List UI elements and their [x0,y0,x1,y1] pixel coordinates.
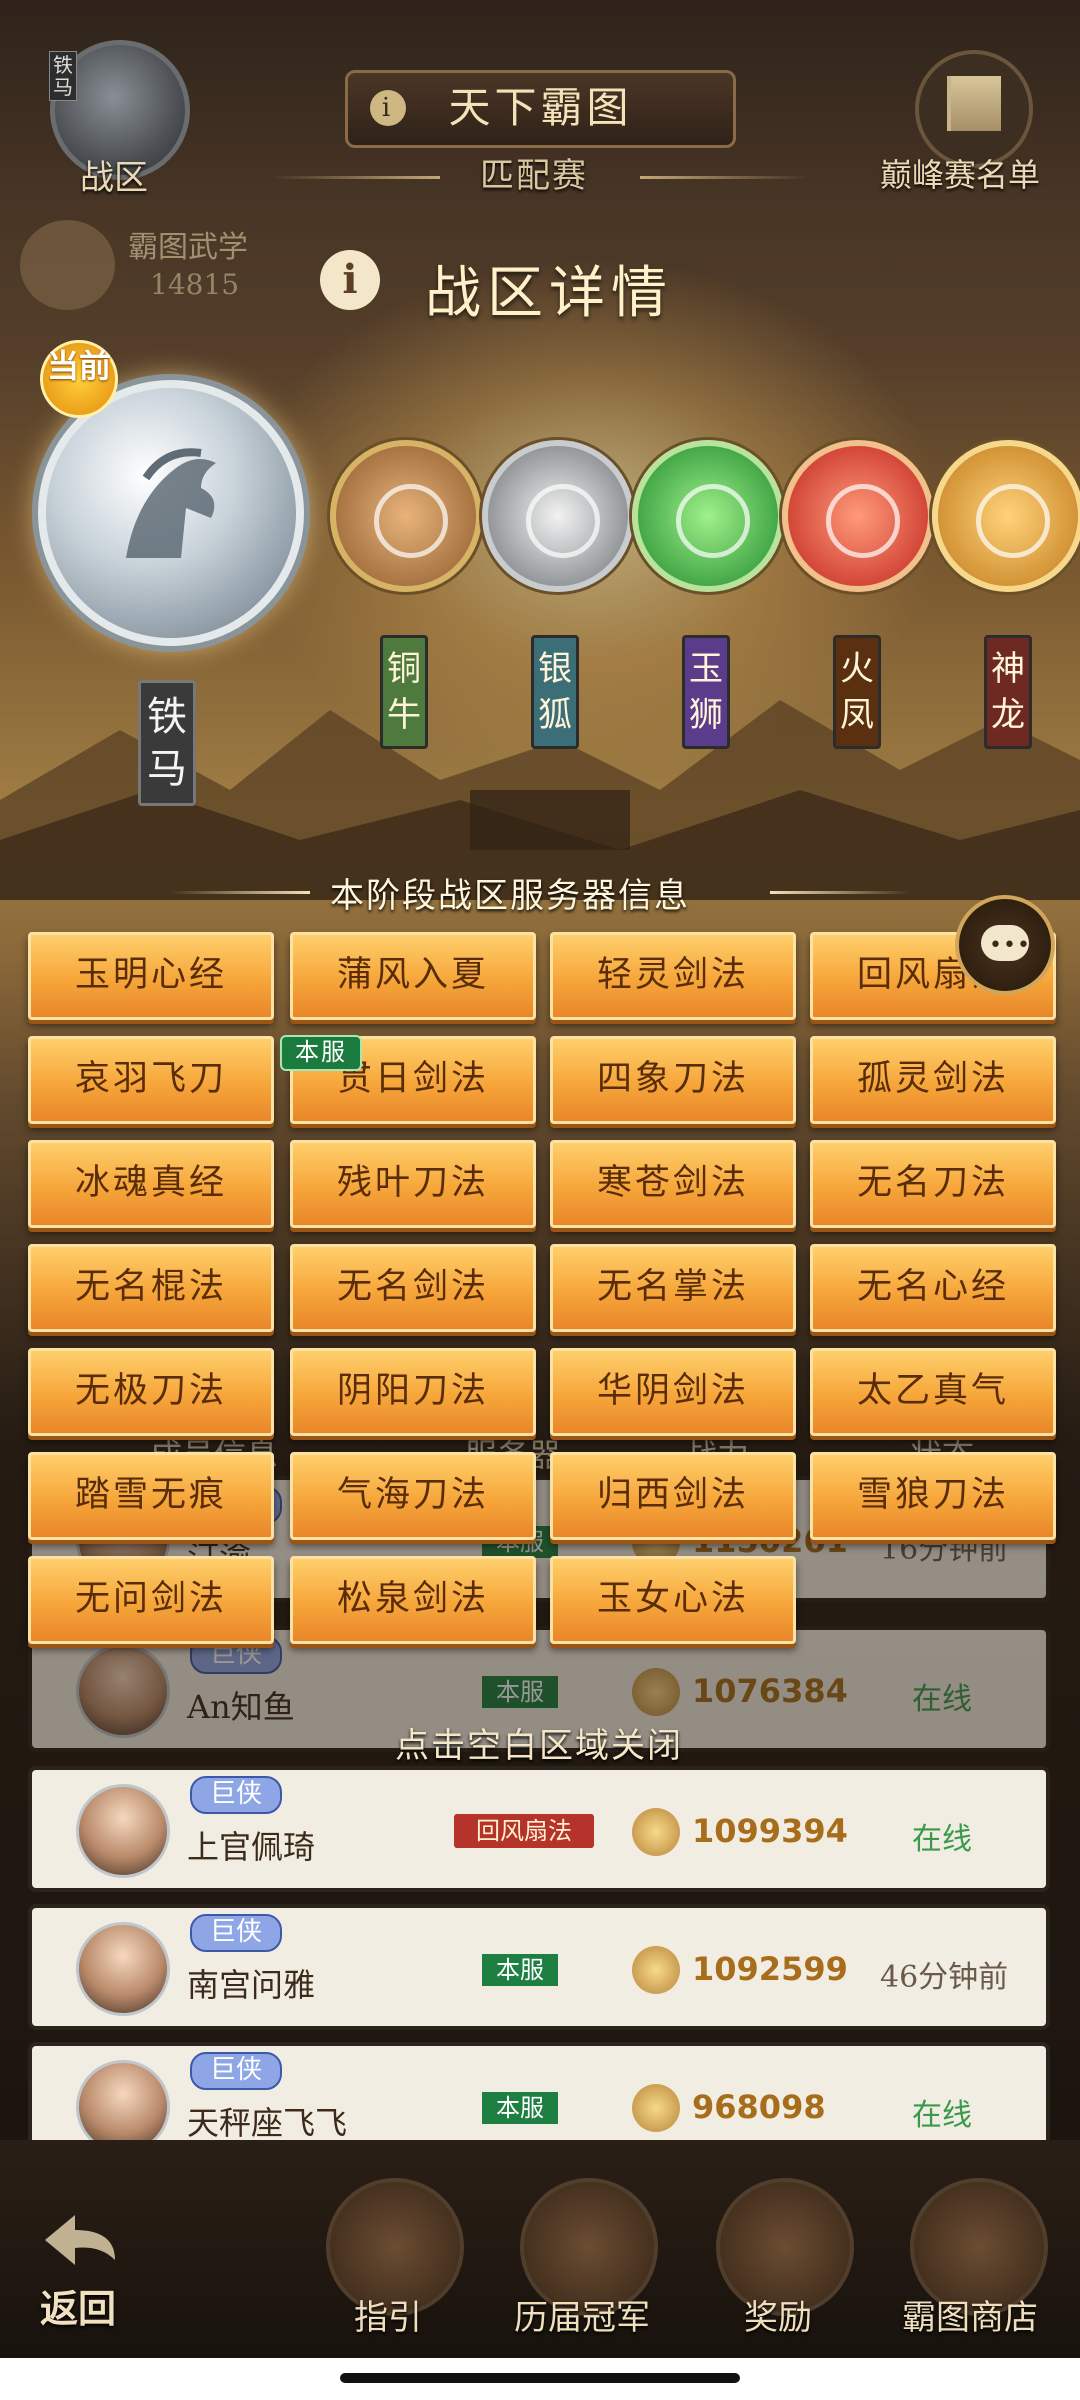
avatar[interactable] [76,1922,170,2016]
zone-banner-tongniu: 铜牛 [380,635,428,749]
zone-label: 战区 [80,158,148,198]
subtitle-line-right [640,176,810,179]
server-item[interactable]: 无名剑法 [290,1244,536,1332]
nav-rewards[interactable]: 奖励 [744,2290,812,2339]
server-item[interactable]: 归西剑法 [550,1452,796,1540]
zone-banner-huofeng: 火凤 [833,635,881,749]
mode-subtitle: 匹配赛 [480,156,588,196]
power-value: 1099394 [692,1812,848,1850]
server-item[interactable]: 寒苍剑法 [550,1140,796,1228]
table-row[interactable]: 巨侠 南宫问雅 本服 1092599 46分钟前 [32,1908,1046,2026]
server-item[interactable]: 蒲风入夏 [290,932,536,1020]
current-zone-banner: 铁马 [138,680,196,806]
server-item[interactable]: 无问剑法 [28,1556,274,1644]
server-item[interactable]: 踏雪无痕 [28,1452,274,1540]
status-text: 46分钟前 [880,1960,1009,1995]
server-item[interactable]: 冰魂真经 [28,1140,274,1228]
member-name: 南宫问雅 [187,1966,316,2004]
close-hint[interactable]: 点击空白区域关闭 [395,1718,683,1767]
sword-icon [632,1668,680,1716]
rank-badge: 巨侠 [190,2052,282,2090]
status-text: 在线 [912,1682,972,1717]
member-name: An知鱼 [187,1688,295,1726]
home-indicator[interactable] [340,2373,740,2383]
server-item[interactable]: 孤灵剑法 [810,1036,1056,1124]
page-title: i 天下霸图 [345,70,736,148]
sword-icon [632,1946,680,1994]
nav-champions[interactable]: 历届冠军 [514,2290,650,2339]
wuxue-label: 霸图武学 [128,230,248,265]
rank-badge: 巨侠 [190,1914,282,1952]
info-icon[interactable]: i [320,250,380,310]
server-item[interactable]: 松泉剑法 [290,1556,536,1644]
nav-guide[interactable]: 指引 [354,2290,422,2339]
server-item[interactable]: 四象刀法 [550,1036,796,1124]
server-item[interactable]: 气海刀法 [290,1452,536,1540]
server-tag: 本服 [482,1676,558,1708]
zone-badge-tag: 铁马 [49,51,77,101]
server-item[interactable]: 玉明心经 [28,932,274,1020]
power-value: 1092599 [692,1950,848,1988]
server-title-line-right [770,891,910,894]
server-item[interactable]: 哀羽飞刀 [28,1036,274,1124]
power-value: 968098 [692,2088,826,2126]
zone-banner-shenlong: 神龙 [984,635,1032,749]
rank-badge: 巨侠 [190,1776,282,1814]
avatar[interactable] [76,1644,170,1738]
server-info-title: 本阶段战区服务器信息 [330,876,690,916]
nav-shop[interactable]: 霸图商店 [902,2290,1038,2339]
phoenix-icon[interactable] [782,440,934,592]
zone-banner-yinhu: 银狐 [531,635,579,749]
server-tag: 回风扇法 [454,1814,594,1848]
server-item[interactable]: 无名掌法 [550,1244,796,1332]
subtitle-line-left [270,176,440,179]
server-item[interactable]: 玉女心法 [550,1556,796,1644]
server-tag: 本服 [482,2092,558,2124]
wuxue-value: 14815 [150,268,240,301]
horse-icon[interactable] [38,380,304,646]
server-item[interactable]: 无名心经 [810,1244,1056,1332]
server-item[interactable]: 无名棍法 [28,1244,274,1332]
back-button[interactable]: 返回 [40,2278,116,2333]
peak-list-label[interactable]: 巅峰赛名单 [880,150,1040,196]
popup-title: 战区详情 [425,261,673,326]
fox-icon[interactable] [482,440,634,592]
dragon-icon[interactable] [932,440,1080,592]
server-item[interactable]: 残叶刀法 [290,1140,536,1228]
wuxue-icon[interactable] [20,220,115,310]
server-item[interactable]: 无极刀法 [28,1348,274,1436]
sword-icon [632,2084,680,2132]
sword-icon [632,1808,680,1856]
status-text: 在线 [912,1822,972,1857]
avatar[interactable] [76,1784,170,1878]
server-title-line-left [170,891,310,894]
current-tag: 当前 [40,340,118,418]
chat-icon[interactable]: ••• [955,895,1055,995]
server-item[interactable]: 华阴剑法 [550,1348,796,1436]
back-arrow-icon[interactable] [40,2210,120,2270]
member-name: 上官佩琦 [187,1828,316,1866]
zone-banner-yushi: 玉狮 [682,635,730,749]
server-item[interactable]: 无名刀法 [810,1140,1056,1228]
server-item[interactable]: 雪狼刀法 [810,1452,1056,1540]
ox-icon[interactable] [330,440,482,592]
status-text: 在线 [912,2098,972,2133]
power-value: 1076384 [692,1672,848,1710]
horse-emblem-graphic [126,448,216,558]
info-icon[interactable]: i [370,90,406,126]
server-item[interactable]: 轻灵剑法 [550,932,796,1020]
server-item[interactable]: 阴阳刀法 [290,1348,536,1436]
server-item[interactable]: 太乙真气 [810,1348,1056,1436]
member-name: 天秤座飞飞 [187,2104,348,2142]
server-tag: 本服 [482,1954,558,1986]
own-server-tag: 本服 [280,1035,362,1071]
lion-icon[interactable] [632,440,784,592]
table-row[interactable]: 巨侠 上官佩琦 回风扇法 1099394 在线 [32,1770,1046,1888]
